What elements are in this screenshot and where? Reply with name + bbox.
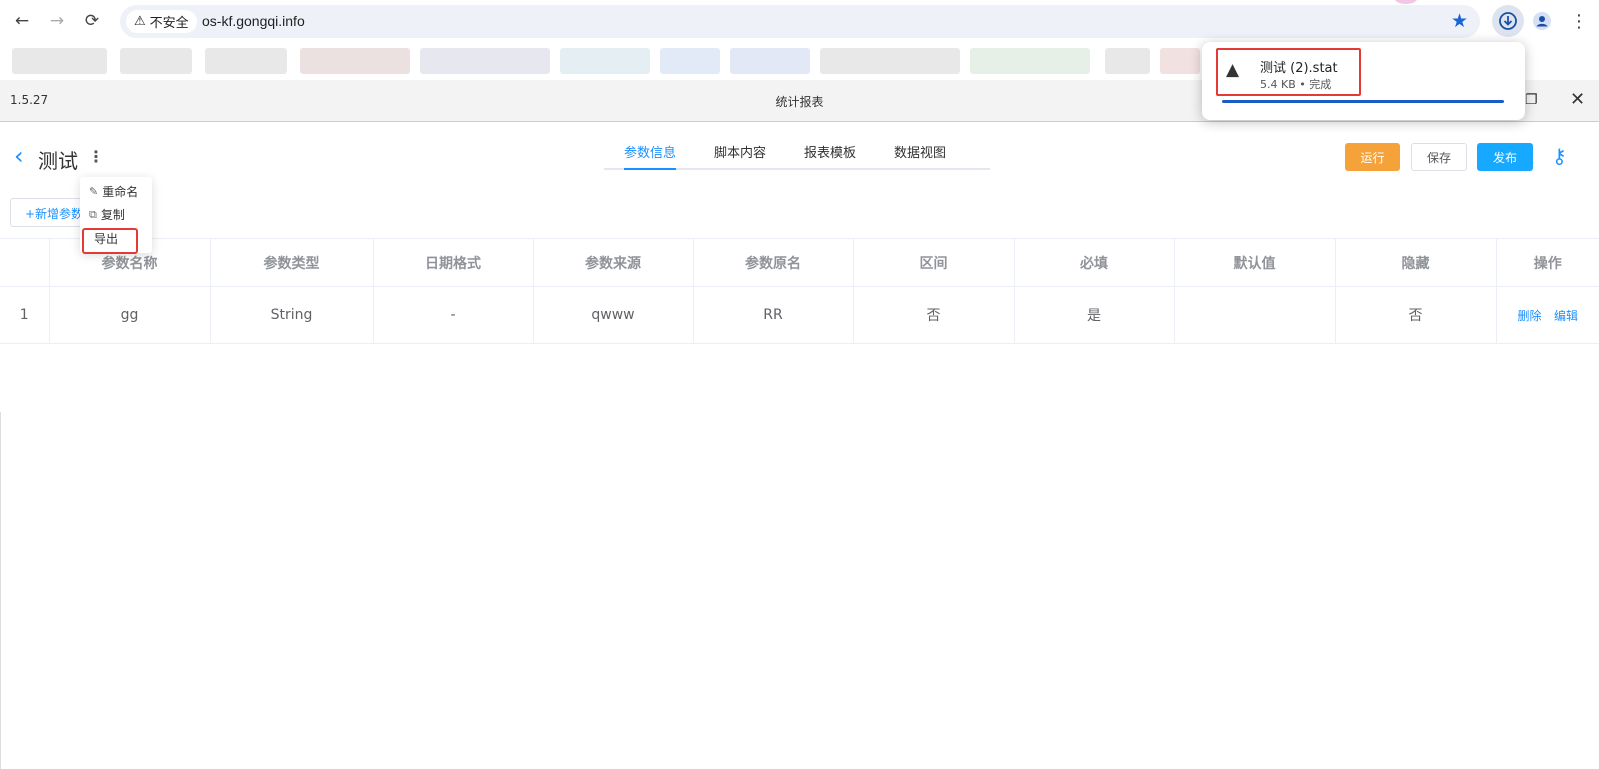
cell-range: 否 [853, 286, 1015, 344]
cell-param-type: String [210, 286, 374, 344]
table-row: 1 gg String - qwww RR 否 是 否 删除 编辑 [0, 286, 1599, 344]
column-header [0, 238, 50, 287]
profile-icon [1533, 12, 1551, 30]
cell-original-name: RR [693, 286, 854, 344]
column-header: 区间 [853, 238, 1015, 287]
copy-icon: ⧉ [89, 207, 97, 221]
divider [0, 412, 1, 769]
back-arrow-icon[interactable]: ← [11, 10, 33, 32]
param-table: 参数名称 参数类型 日期格式 参数来源 参数原名 区间 必填 默认值 隐藏 操作… [0, 238, 1599, 344]
bookmark-star-icon[interactable]: ★ [1451, 10, 1468, 32]
download-icon [1499, 12, 1517, 30]
bookmark-item[interactable] [970, 48, 1090, 74]
column-header: 参数来源 [533, 238, 694, 287]
back-chevron-icon[interactable]: ‹ [14, 142, 24, 170]
download-progress-bar [1222, 100, 1504, 103]
cell-param-name: gg [49, 286, 211, 344]
url-text[interactable]: os-kf.gongqi.info [202, 13, 305, 29]
menu-item-label: 重命名 [102, 185, 139, 199]
security-indicator[interactable]: ⚠ 不安全 [126, 10, 197, 33]
column-header: 必填 [1014, 238, 1175, 287]
column-header: 隐藏 [1335, 238, 1497, 287]
publish-button[interactable]: 发布 [1477, 143, 1533, 171]
page-title: 测试 [38, 149, 78, 173]
run-button[interactable]: 运行 [1345, 143, 1400, 171]
download-bubble: ▲ 测试 (2).stat 5.4 KB • 完成 [1202, 42, 1525, 120]
column-header: 日期格式 [373, 238, 534, 287]
edit-link[interactable]: 编辑 [1554, 309, 1578, 323]
bookmark-item[interactable] [420, 48, 550, 74]
bookmark-item[interactable] [12, 48, 107, 74]
browser-menu-icon[interactable]: ⋮ [1566, 8, 1592, 34]
bookmark-item[interactable] [730, 48, 810, 74]
address-bar[interactable]: ⚠ 不安全 os-kf.gongqi.info ★ [120, 5, 1480, 38]
tab-script-content[interactable]: 脚本内容 [714, 132, 766, 168]
bookmark-item[interactable] [820, 48, 960, 74]
menu-item-label: 复制 [100, 208, 125, 222]
column-header: 操作 [1496, 238, 1599, 287]
menu-item-rename[interactable]: ✎ 重命名 [89, 183, 138, 200]
bookmark-item[interactable] [300, 48, 410, 74]
warning-icon: ▲ [1226, 60, 1240, 80]
bookmark-item[interactable] [120, 48, 192, 74]
cell-required: 是 [1014, 286, 1175, 344]
tab-param-info[interactable]: 参数信息 [624, 132, 677, 170]
export-highlight-box [82, 228, 138, 254]
tab-data-view[interactable]: 数据视图 [894, 132, 946, 168]
warning-icon: ⚠ [134, 14, 146, 29]
tab-report-template[interactable]: 报表模板 [804, 132, 856, 168]
bookmark-item[interactable] [560, 48, 650, 74]
cell-actions: 删除 编辑 [1496, 286, 1599, 344]
forward-arrow-icon[interactable]: → [46, 10, 68, 32]
bookmark-item[interactable] [660, 48, 720, 74]
more-vertical-icon[interactable]: ⋮ [88, 147, 104, 166]
cell-param-source: qwww [533, 286, 694, 344]
column-header: 默认值 [1174, 238, 1336, 287]
close-icon[interactable]: ✕ [1570, 89, 1585, 110]
column-header: 参数类型 [210, 238, 374, 287]
bookmark-item[interactable] [1105, 48, 1150, 74]
table-header-row: 参数名称 参数类型 日期格式 参数来源 参数原名 区间 必填 默认值 隐藏 操作 [0, 238, 1599, 287]
download-filename[interactable]: 测试 (2).stat [1260, 57, 1338, 76]
browser-toolbar: ← → ⟳ ⚠ 不安全 os-kf.gongqi.info ★ ⋮ [0, 0, 1599, 42]
reload-icon[interactable]: ⟳ [81, 10, 103, 32]
cell-date-format: - [373, 286, 534, 344]
restore-window-icon[interactable]: ❐ [1525, 92, 1538, 108]
delete-link[interactable]: 删除 [1518, 309, 1542, 323]
security-label: 不安全 [149, 16, 189, 31]
menu-item-copy[interactable]: ⧉ 复制 [89, 206, 125, 223]
tab-bar: 参数信息 脚本内容 报表模板 数据视图 [604, 132, 990, 170]
key-icon[interactable]: ⚷ [1552, 144, 1567, 168]
save-button[interactable]: 保存 [1411, 143, 1467, 171]
edit-pen-icon: ✎ [89, 185, 99, 198]
bookmark-item[interactable] [205, 48, 287, 74]
bookmark-item[interactable] [1160, 48, 1200, 74]
download-status: 5.4 KB • 完成 [1260, 78, 1332, 91]
cell-hidden: 否 [1335, 286, 1497, 344]
row-index: 1 [0, 286, 50, 344]
profile-button[interactable] [1529, 8, 1555, 34]
column-header: 参数原名 [693, 238, 854, 287]
cell-default [1174, 286, 1336, 344]
downloads-button[interactable] [1492, 5, 1524, 37]
